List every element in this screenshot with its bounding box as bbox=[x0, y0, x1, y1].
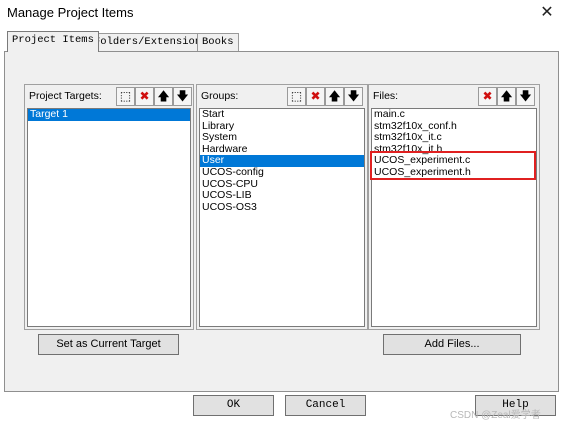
list-item[interactable]: main.c bbox=[372, 109, 536, 121]
set-as-current-target-button[interactable]: Set as Current Target bbox=[38, 334, 179, 355]
delete-target-icon[interactable]: ✖ bbox=[135, 87, 154, 106]
project-targets-header: Project Targets: ⬚ ✖ 🡅 🡇 bbox=[27, 87, 192, 106]
title-bar: Manage Project Items ✕ bbox=[0, 0, 562, 26]
new-target-icon[interactable]: ⬚ bbox=[116, 87, 135, 106]
move-file-up-icon[interactable]: 🡅 bbox=[497, 87, 516, 106]
tab-folders-extensions[interactable]: Folders/Extensions bbox=[89, 33, 213, 51]
window-title: Manage Project Items bbox=[7, 5, 134, 20]
cancel-button[interactable]: Cancel bbox=[285, 395, 366, 416]
files-list: main.c stm32f10x_conf.h stm32f10x_it.c s… bbox=[371, 108, 537, 327]
groups-list: Start Library System Hardware User UCOS-… bbox=[199, 108, 365, 327]
tab-books[interactable]: Books bbox=[197, 33, 239, 51]
move-target-up-icon[interactable]: 🡅 bbox=[154, 87, 173, 106]
delete-group-icon[interactable]: ✖ bbox=[306, 87, 325, 106]
watermark: CSDN @Zeal爱学者 bbox=[450, 410, 541, 421]
ok-button[interactable]: OK bbox=[193, 395, 274, 416]
groups-header: Groups: ⬚ ✖ 🡅 🡇 bbox=[199, 87, 365, 106]
files-label: Files: bbox=[373, 90, 399, 102]
move-target-down-icon[interactable]: 🡇 bbox=[173, 87, 192, 106]
highlight-box bbox=[370, 151, 536, 180]
delete-file-icon[interactable]: ✖ bbox=[478, 87, 497, 106]
list-item[interactable]: UCOS-config bbox=[200, 166, 364, 179]
files-pane: Files: ✖ 🡅 🡇 main.c stm32f10x_conf.h stm… bbox=[368, 84, 540, 330]
close-icon[interactable]: ✕ bbox=[538, 2, 556, 22]
groups-label: Groups: bbox=[201, 90, 239, 102]
project-targets-pane: Project Targets: ⬚ ✖ 🡅 🡇 Target 1 bbox=[24, 84, 194, 330]
move-group-down-icon[interactable]: 🡇 bbox=[344, 87, 363, 106]
move-file-down-icon[interactable]: 🡇 bbox=[516, 87, 535, 106]
tab-project-items[interactable]: Project Items bbox=[7, 31, 99, 52]
list-item[interactable]: Target 1 bbox=[28, 109, 190, 121]
list-item[interactable]: UCOS-LIB bbox=[200, 190, 364, 202]
move-group-up-icon[interactable]: 🡅 bbox=[325, 87, 344, 106]
groups-pane: Groups: ⬚ ✖ 🡅 🡇 Start Library System Har… bbox=[196, 84, 368, 330]
list-item[interactable]: UCOS-OS3 bbox=[200, 201, 364, 214]
project-targets-list: Target 1 bbox=[27, 108, 191, 327]
list-item[interactable]: Start bbox=[200, 109, 364, 121]
project-targets-label: Project Targets: bbox=[29, 90, 102, 102]
new-group-icon[interactable]: ⬚ bbox=[287, 87, 306, 106]
list-item[interactable]: Hardware bbox=[200, 143, 364, 156]
add-files-button[interactable]: Add Files... bbox=[383, 334, 521, 355]
files-header: Files: ✖ 🡅 🡇 bbox=[371, 87, 537, 106]
